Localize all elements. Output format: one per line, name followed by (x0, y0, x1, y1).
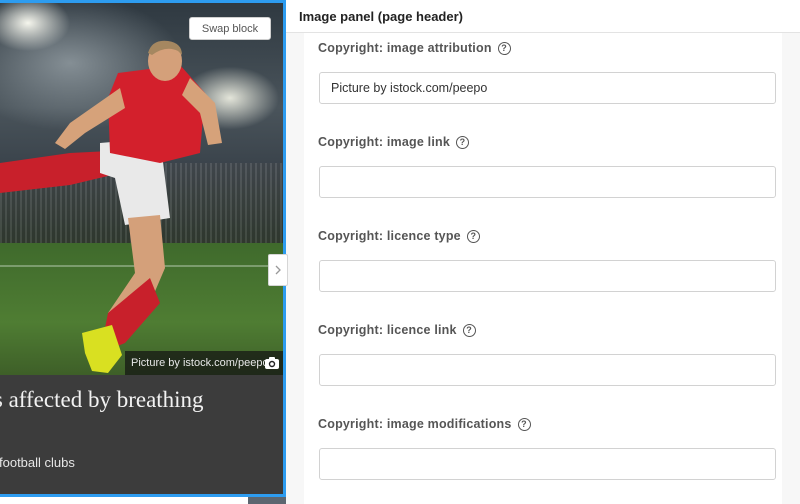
panel-collapse-toggle[interactable] (268, 254, 288, 286)
field-label-text: Copyright: licence link (318, 323, 457, 337)
settings-panel: Image panel (page header) Copyright: ima… (286, 0, 800, 504)
copyright-form: Copyright: image attribution ? Copyright… (304, 33, 782, 504)
field-label-text: Copyright: licence type (318, 229, 461, 243)
help-icon[interactable]: ? (517, 417, 531, 431)
camera-icon[interactable] (264, 355, 280, 371)
field-label-image-link: Copyright: image link ? (318, 135, 469, 149)
help-icon[interactable]: ? (456, 135, 469, 149)
block-preview[interactable]: Picture by istock.com/peepo. Swap block … (0, 0, 286, 497)
licence-link-input[interactable] (319, 354, 776, 386)
field-label-text: Copyright: image modifications (318, 417, 512, 431)
chevron-right-icon (275, 265, 281, 275)
help-icon[interactable]: ? (462, 323, 476, 337)
image-link-input[interactable] (319, 166, 776, 198)
licence-type-input[interactable] (319, 260, 776, 292)
scroll-edge (248, 497, 286, 504)
image-modifications-input[interactable] (319, 448, 776, 480)
field-label-licence-type: Copyright: licence type ? (318, 229, 480, 243)
field-label-licence-link: Copyright: licence link ? (318, 323, 476, 337)
image-credit-bar: Picture by istock.com/peepo. (125, 351, 283, 375)
field-label-image-modifications: Copyright: image modifications ? (318, 417, 531, 431)
preview-subline: football clubs (0, 455, 75, 470)
header-image: Picture by istock.com/peepo. Swap block (0, 3, 283, 375)
help-icon[interactable]: ? (497, 41, 511, 55)
panel-title: Image panel (page header) (286, 0, 800, 33)
image-credit-text: Picture by istock.com/peepo. (131, 357, 272, 369)
field-label-image-attribution: Copyright: image attribution ? (318, 41, 511, 55)
field-label-text: Copyright: image link (318, 135, 450, 149)
swap-block-button[interactable]: Swap block (189, 17, 271, 40)
field-label-text: Copyright: image attribution (318, 41, 492, 55)
image-attribution-input[interactable] (319, 72, 776, 104)
help-icon[interactable]: ? (466, 229, 480, 243)
football-player-illustration (0, 40, 222, 373)
preview-headline: ers affected by breathing (0, 387, 204, 412)
